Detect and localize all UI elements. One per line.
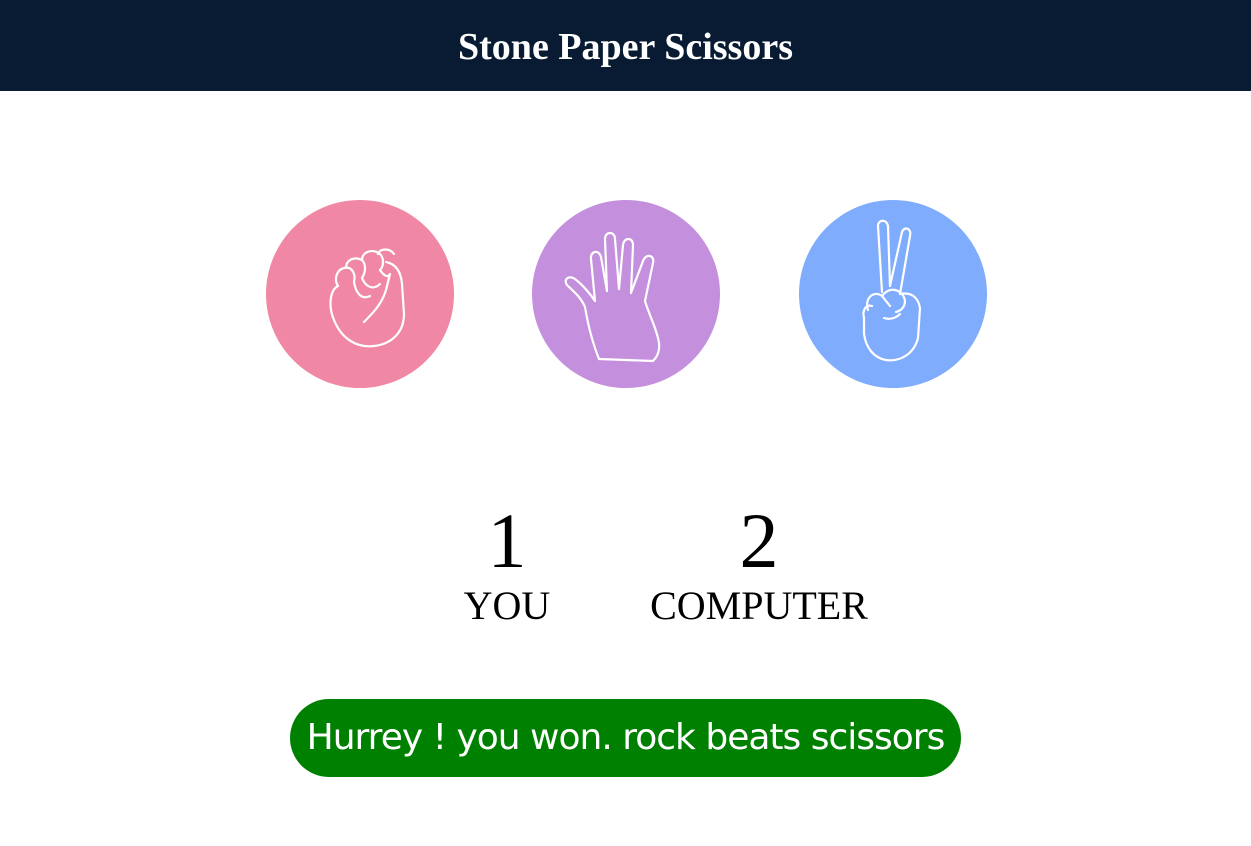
page-title: Stone Paper Scissors (458, 25, 793, 68)
fist-icon (329, 248, 406, 348)
user-score: 1 YOU (407, 500, 607, 628)
user-score-value: 1 (487, 497, 527, 584)
user-score-label: YOU (463, 583, 551, 628)
computer-score-value: 2 (739, 497, 779, 584)
app-header: Stone Paper Scissors (0, 0, 1251, 91)
scissors-choice-button[interactable] (799, 200, 987, 388)
scoreboard: 1 YOU 2 COMPUTER (0, 500, 1251, 640)
rock-choice-button[interactable] (266, 200, 454, 388)
computer-score-label: COMPUTER (650, 583, 868, 628)
paper-choice-button[interactable] (532, 200, 720, 388)
choices-row (0, 200, 1251, 388)
result-message: Hurrey ! you won. rock beats scissors (289, 699, 962, 777)
peace-sign-icon (862, 219, 922, 362)
open-hand-icon (564, 231, 661, 363)
result-message-row: Hurrey ! you won. rock beats scissors (0, 699, 1251, 777)
computer-score: 2 COMPUTER (624, 500, 894, 628)
